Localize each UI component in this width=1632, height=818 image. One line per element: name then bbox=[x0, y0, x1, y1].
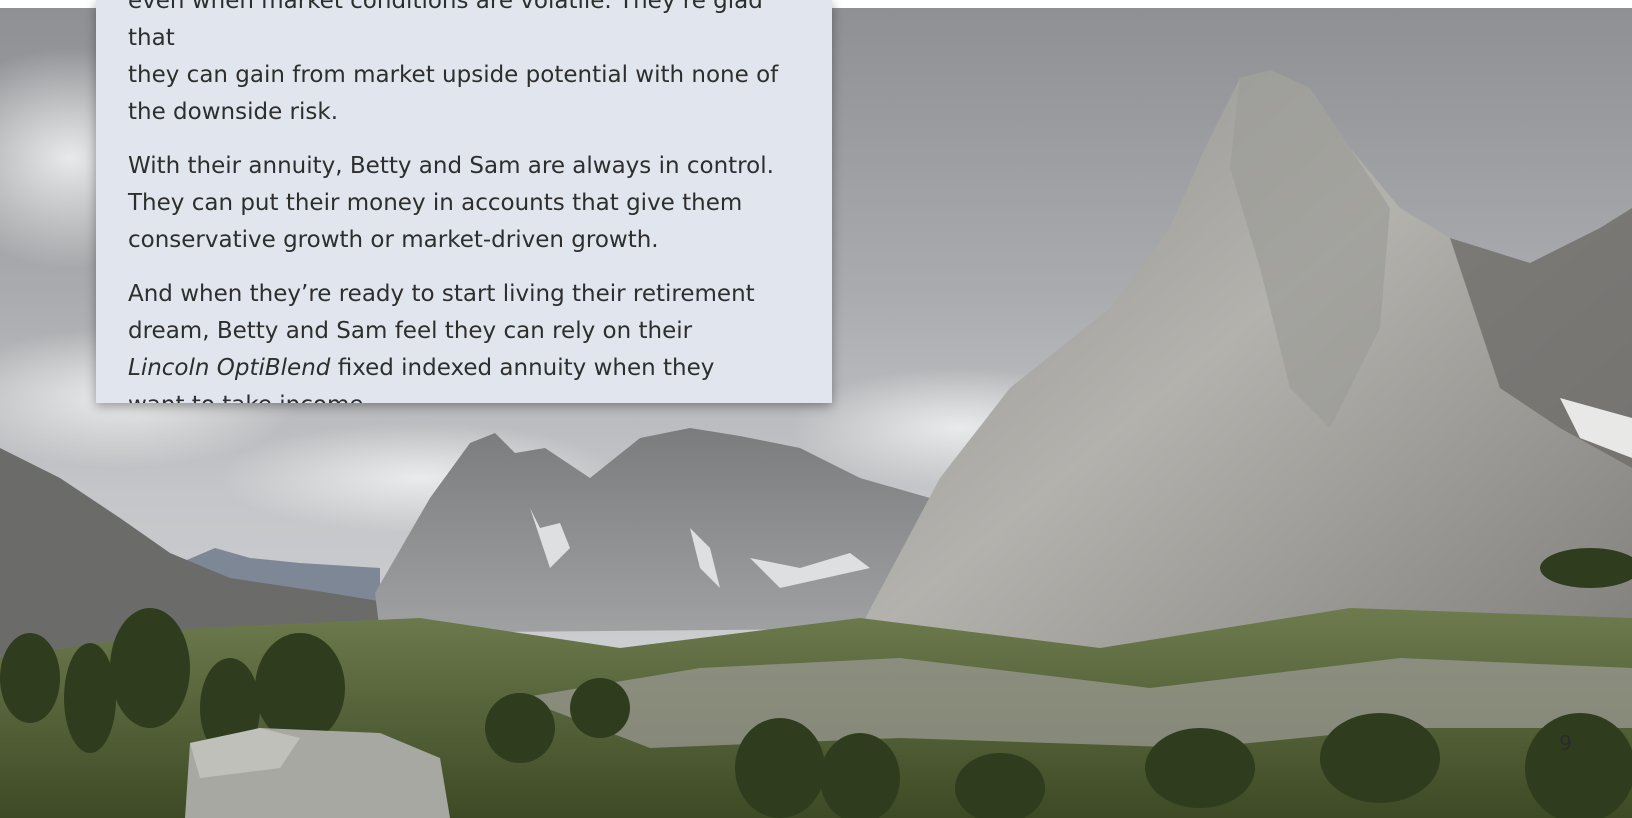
paragraph-line: conservative growth or market-driven gro… bbox=[128, 227, 659, 253]
paragraph-market-upside: even when market conditions are volatile… bbox=[128, 0, 802, 131]
page-number: 9 bbox=[1559, 731, 1572, 755]
paragraph-in-control: With their annuity, Betty and Sam are al… bbox=[128, 148, 802, 259]
paragraph-line: They can put their money in accounts tha… bbox=[128, 190, 743, 216]
paragraph-line: they can gain from market upside potenti… bbox=[128, 62, 779, 88]
paragraph-line: dream, Betty and Sam feel they can rely … bbox=[128, 318, 693, 344]
paragraph-line: And when they’re ready to start living t… bbox=[128, 281, 755, 307]
story-text-panel: even when market conditions are volatile… bbox=[96, 0, 832, 403]
product-name: Lincoln OptiBlend bbox=[128, 355, 331, 381]
paragraph-line: With their annuity, Betty and Sam are al… bbox=[128, 153, 774, 179]
paragraph-line: even when market conditions are volatile… bbox=[128, 0, 763, 51]
paragraph-line: fixed indexed annuity when they bbox=[330, 355, 715, 381]
paragraph-retirement-income: And when they’re ready to start living t… bbox=[128, 276, 802, 403]
paragraph-line: want to take income. bbox=[128, 392, 371, 403]
paragraph-line: the downside risk. bbox=[128, 99, 339, 125]
